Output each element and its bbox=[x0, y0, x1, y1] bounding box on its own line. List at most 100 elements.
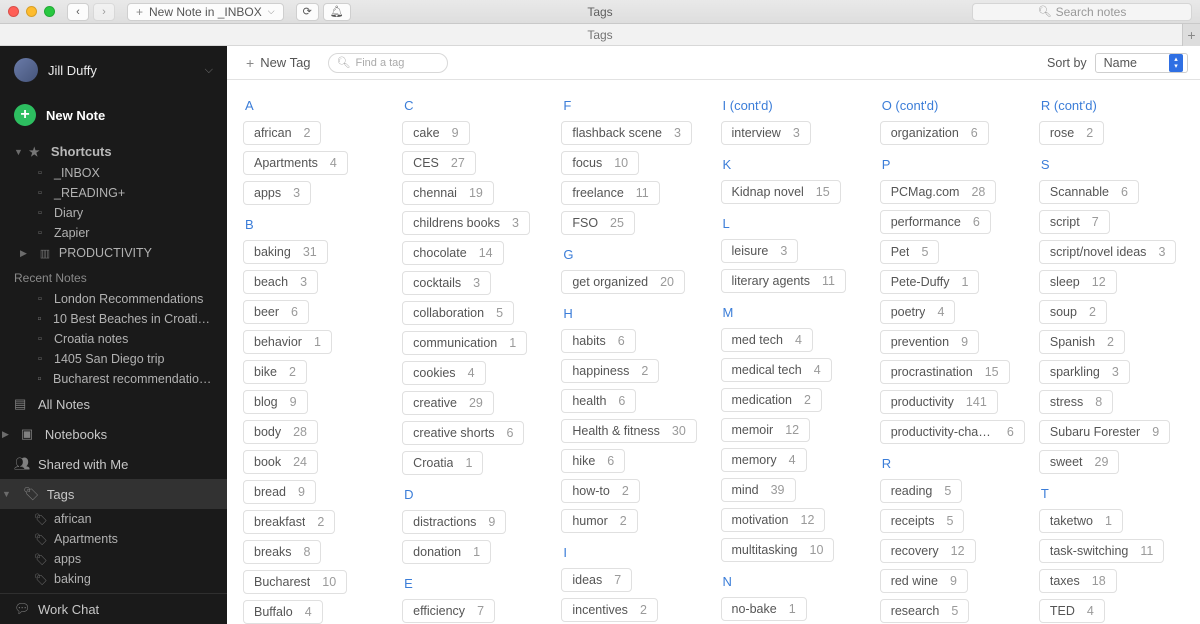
tag-pill[interactable]: motivation12 bbox=[721, 508, 826, 532]
tag-pill[interactable]: breakfast2 bbox=[243, 510, 335, 534]
tag-pill[interactable]: medical tech4 bbox=[721, 358, 832, 382]
reminders-button[interactable]: 🔔︎ bbox=[323, 3, 351, 21]
tag-pill[interactable]: leisure3 bbox=[721, 239, 799, 263]
tag-pill[interactable]: creative shorts6 bbox=[402, 421, 524, 445]
tag-pill[interactable]: Pet5 bbox=[880, 240, 940, 264]
tag-pill[interactable]: medication2 bbox=[721, 388, 822, 412]
tag-pill[interactable]: recovery12 bbox=[880, 539, 976, 563]
tag-pill[interactable]: body28 bbox=[243, 420, 318, 444]
shortcut-item[interactable]: ▫_READING+ bbox=[0, 183, 227, 203]
sidebar-tag-item[interactable]: 🏷︎Apartments bbox=[0, 529, 227, 549]
tag-pill[interactable]: sweet29 bbox=[1039, 450, 1120, 474]
recent-note-item[interactable]: ▫1405 San Diego trip bbox=[0, 349, 227, 369]
sidebar-tag-item[interactable]: 🏷︎african bbox=[0, 509, 227, 529]
tag-pill[interactable]: TED4 bbox=[1039, 599, 1105, 623]
tag-pill[interactable]: research5 bbox=[880, 599, 970, 623]
tag-pill[interactable]: taketwo1 bbox=[1039, 509, 1123, 533]
tag-pill[interactable]: productivity-chapters6 bbox=[880, 420, 1025, 444]
tag-pill[interactable]: bike2 bbox=[243, 360, 307, 384]
tag-pill[interactable]: FSO25 bbox=[561, 211, 635, 235]
tag-pill[interactable]: receipts5 bbox=[880, 509, 965, 533]
tag-pill[interactable]: red wine9 bbox=[880, 569, 968, 593]
tag-pill[interactable]: Kidnap novel15 bbox=[721, 180, 841, 204]
tag-pill[interactable]: behavior1 bbox=[243, 330, 332, 354]
tag-pill[interactable]: script/novel ideas3 bbox=[1039, 240, 1177, 264]
tag-pill[interactable]: productivity141 bbox=[880, 390, 998, 414]
tag-pill[interactable]: get organized20 bbox=[561, 270, 685, 294]
global-search-input[interactable]: 🔍︎ Search notes bbox=[972, 3, 1192, 21]
sidebar-tag-item[interactable]: 🏷︎baking bbox=[0, 569, 227, 589]
tag-pill[interactable]: Subaru Forester9 bbox=[1039, 420, 1170, 444]
tag-pill[interactable]: donation1 bbox=[402, 540, 491, 564]
tab-tags[interactable]: Tags bbox=[587, 28, 612, 42]
tag-pill[interactable]: apps3 bbox=[243, 181, 311, 205]
tag-pill[interactable]: cookies4 bbox=[402, 361, 485, 385]
work-chat-button[interactable]: 💬︎ Work Chat bbox=[0, 594, 227, 624]
recent-note-item[interactable]: ▫Bucharest recommendations for v… bbox=[0, 369, 227, 389]
tag-pill[interactable]: Spanish2 bbox=[1039, 330, 1125, 354]
new-tag-button[interactable]: + New Tag bbox=[239, 51, 318, 75]
shortcut-item[interactable]: ▫Zapier bbox=[0, 223, 227, 243]
tag-pill[interactable]: childrens books3 bbox=[402, 211, 530, 235]
recent-note-item[interactable]: ▫London Recommendations bbox=[0, 289, 227, 309]
tag-pill[interactable]: performance6 bbox=[880, 210, 991, 234]
recent-note-item[interactable]: ▫10 Best Beaches in Croatia for Fa… bbox=[0, 309, 227, 329]
tag-pill[interactable]: Pete-Duffy1 bbox=[880, 270, 980, 294]
nav-forward-button[interactable]: › bbox=[93, 3, 115, 21]
nav-notebooks[interactable]: ▶ ▣ Notebooks bbox=[0, 419, 227, 449]
tag-pill[interactable]: PCMag.com28 bbox=[880, 180, 997, 204]
zoom-button[interactable] bbox=[44, 6, 55, 17]
tag-pill[interactable]: cocktails3 bbox=[402, 271, 491, 295]
new-note-button[interactable]: + New Note bbox=[0, 94, 227, 136]
tag-pill[interactable]: rose2 bbox=[1039, 121, 1104, 145]
tag-pill[interactable]: CES27 bbox=[402, 151, 476, 175]
tag-pill[interactable]: happiness2 bbox=[561, 359, 659, 383]
tag-pill[interactable]: cake9 bbox=[402, 121, 469, 145]
nav-all-notes[interactable]: ▤ All Notes bbox=[0, 389, 227, 419]
tag-pill[interactable]: book24 bbox=[243, 450, 318, 474]
sidebar-tag-item[interactable]: 🏷︎apps bbox=[0, 549, 227, 569]
minimize-button[interactable] bbox=[26, 6, 37, 17]
tag-pill[interactable]: incentives2 bbox=[561, 598, 658, 622]
tag-pill[interactable]: collaboration5 bbox=[402, 301, 514, 325]
tag-pill[interactable]: distractions9 bbox=[402, 510, 506, 534]
shortcut-item[interactable]: ▶▥PRODUCTIVITY bbox=[0, 243, 227, 263]
tag-pill[interactable]: how-to2 bbox=[561, 479, 639, 503]
tag-pill[interactable]: script7 bbox=[1039, 210, 1110, 234]
tag-pill[interactable]: soup2 bbox=[1039, 300, 1107, 324]
recent-note-item[interactable]: ▫Croatia notes bbox=[0, 329, 227, 349]
tag-pill[interactable]: multitasking10 bbox=[721, 538, 835, 562]
account-menu[interactable]: Jill Duffy ⌵ bbox=[0, 46, 227, 94]
tag-pill[interactable]: no-bake1 bbox=[721, 597, 807, 621]
tag-pill[interactable]: organization6 bbox=[880, 121, 989, 145]
tag-pill[interactable]: Buffalo4 bbox=[243, 600, 323, 624]
tag-pill[interactable]: flashback scene3 bbox=[561, 121, 692, 145]
tag-pill[interactable]: freelance11 bbox=[561, 181, 659, 205]
tag-pill[interactable]: reading5 bbox=[880, 479, 963, 503]
new-note-in-combo[interactable]: + New Note in _INBOX ⌵ bbox=[127, 3, 284, 21]
add-tab-button[interactable]: + bbox=[1182, 24, 1200, 46]
tag-pill[interactable]: memoir12 bbox=[721, 418, 811, 442]
tag-pill[interactable]: Bucharest10 bbox=[243, 570, 347, 594]
tag-pill[interactable]: beach3 bbox=[243, 270, 318, 294]
tag-pill[interactable]: focus10 bbox=[561, 151, 639, 175]
tag-pill[interactable]: sleep12 bbox=[1039, 270, 1117, 294]
tag-pill[interactable]: Croatia1 bbox=[402, 451, 483, 475]
tag-pill[interactable]: stress8 bbox=[1039, 390, 1113, 414]
tag-pill[interactable]: breaks8 bbox=[243, 540, 321, 564]
tag-pill[interactable]: beer6 bbox=[243, 300, 309, 324]
tag-pill[interactable]: prevention9 bbox=[880, 330, 979, 354]
tag-pill[interactable]: creative29 bbox=[402, 391, 494, 415]
tag-pill[interactable]: chocolate14 bbox=[402, 241, 503, 265]
sync-button[interactable]: ⟳ bbox=[296, 3, 319, 21]
tag-pill[interactable]: memory4 bbox=[721, 448, 807, 472]
close-button[interactable] bbox=[8, 6, 19, 17]
tag-pill[interactable]: habits6 bbox=[561, 329, 635, 353]
tag-pill[interactable]: task-switching11 bbox=[1039, 539, 1164, 563]
tag-pill[interactable]: african2 bbox=[243, 121, 321, 145]
tag-pill[interactable]: blog9 bbox=[243, 390, 308, 414]
tag-pill[interactable]: mind39 bbox=[721, 478, 796, 502]
tag-pill[interactable]: poetry4 bbox=[880, 300, 956, 324]
sort-select[interactable]: Name ▴▾ bbox=[1095, 53, 1188, 73]
tag-pill[interactable]: literary agents11 bbox=[721, 269, 847, 293]
